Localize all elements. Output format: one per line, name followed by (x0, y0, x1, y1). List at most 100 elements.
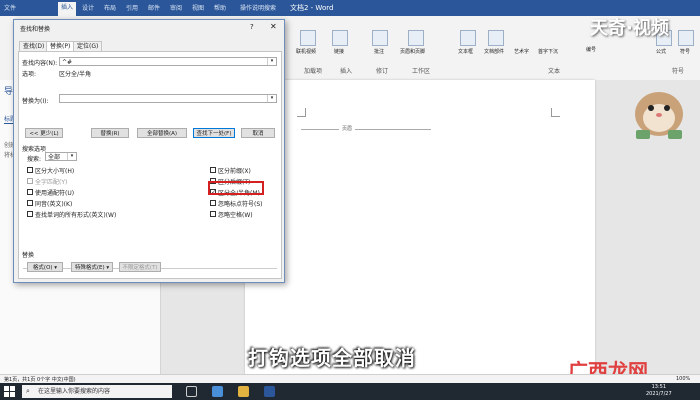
textbox-icon[interactable] (460, 30, 476, 46)
tab-help[interactable]: 帮助 (214, 3, 226, 12)
find-input[interactable]: ^# ▾ (59, 57, 277, 66)
header-divider (301, 129, 431, 130)
ribbon-item-link[interactable]: 链接 (334, 48, 344, 55)
online-video-icon[interactable] (300, 30, 316, 46)
help-icon[interactable]: ? (250, 23, 254, 31)
label-ignore-whitespace: 忽略空格(W) (218, 212, 253, 219)
label-all-word-forms: 查找单词的所有形式(英文)(W) (35, 212, 117, 219)
find-replace-dialog: 查找和替换 ? ✕ 查找(D) 替换(P) 定位(G) 查找内容(N): ^# … (13, 19, 285, 283)
ribbon-group-review: 修订 (376, 68, 389, 75)
symbol-icon[interactable] (678, 30, 694, 46)
replace-tab-body: 查找内容(N): ^# ▾ 选项: 区分全/半角 替换为(I): ▾ << 更少… (18, 51, 282, 279)
tab-review[interactable]: 审阅 (170, 3, 182, 12)
special-format-button[interactable]: 特殊格式(E) ▾ (71, 262, 113, 272)
taskbar: ⌕ 在这里输入你要搜索的内容 13:51 2021/7/27 (0, 383, 700, 400)
search-options-title: 搜索选项 (22, 146, 47, 153)
dialog-title: 查找和替换 (20, 26, 51, 33)
system-clock[interactable]: 13:51 2021/7/27 (646, 384, 672, 398)
tab-design[interactable]: 设计 (82, 3, 94, 12)
label-match-case: 区分大小写(H) (35, 168, 75, 175)
document-page[interactable]: 页眉 (245, 80, 595, 380)
ribbon-item-textbox[interactable]: 文本框 (458, 48, 473, 55)
tab-references[interactable]: 引用 (126, 3, 138, 12)
taskbar-search-placeholder: 在这里输入你要搜索的内容 (38, 388, 111, 395)
search-icon: ⌕ (26, 387, 30, 395)
ribbon-item-online-video[interactable]: 联机视频 (296, 48, 316, 55)
ribbon-item-dropcap[interactable]: 首字下沉 (538, 48, 558, 55)
status-left: 第1页，共1页 0个字 中文(中国) (4, 377, 76, 383)
ribbon-item-symbol[interactable]: 符号 (680, 48, 690, 55)
link-icon[interactable] (332, 30, 348, 46)
task-view-icon[interactable] (186, 386, 197, 397)
tab-insert[interactable]: 插入 (58, 2, 77, 16)
checkbox-ignore-punctuation[interactable] (210, 200, 216, 206)
checkbox-all-word-forms[interactable] (27, 211, 33, 217)
replace-label: 替换为(I): (22, 98, 49, 105)
ribbon-group-text: 文本 (548, 68, 561, 75)
tab-mailings[interactable]: 邮件 (148, 3, 160, 12)
checkbox-ignore-whitespace[interactable] (210, 211, 216, 217)
checkbox-whole-word[interactable] (27, 178, 33, 184)
ribbon-group-symbols: 符号 (672, 68, 685, 75)
ribbon-item-equation[interactable]: 公式 (656, 48, 666, 55)
ribbon-item-number[interactable]: 编号 (586, 46, 596, 53)
video-subtitle: 打钩选项全部取消 (248, 346, 416, 370)
ribbon-item-wordart[interactable]: 艺术字 (514, 48, 529, 55)
checkbox-sounds-like[interactable] (27, 200, 33, 206)
ribbon-item-header-footer[interactable]: 页眉和页脚 (400, 48, 425, 55)
hamster-mascot-icon (635, 92, 683, 139)
label-whole-word: 全字匹配(Y) (35, 179, 68, 186)
tab-view[interactable]: 视图 (192, 3, 204, 12)
comment-icon[interactable] (372, 30, 388, 46)
find-next-button[interactable]: 查找下一处(F) (193, 128, 235, 138)
replace-all-button[interactable]: 全部替换(A) (137, 128, 187, 138)
cancel-button[interactable]: 取消 (241, 128, 275, 138)
checkbox-match-case[interactable] (27, 167, 33, 173)
chevron-down-icon[interactable]: ▾ (267, 95, 276, 102)
ribbon-item-quick-parts[interactable]: 文档部件 (484, 48, 504, 55)
options-label: 选项: (22, 71, 37, 78)
clock-date: 2021/7/27 (646, 391, 672, 397)
highlight-box (208, 181, 264, 195)
edge-icon[interactable] (212, 386, 223, 397)
file-explorer-icon[interactable] (238, 386, 249, 397)
label-match-prefix: 区分前缀(X) (218, 168, 251, 175)
taskbar-search-box[interactable]: ⌕ 在这里输入你要搜索的内容 (22, 385, 172, 398)
label-sounds-like: 同音(英文)(K) (35, 201, 73, 208)
close-icon[interactable]: ✕ (270, 22, 277, 31)
less-button[interactable]: << 更少(L) (25, 128, 63, 138)
margin-corner-tl (297, 108, 306, 117)
ribbon-group-addins: 加载项 (304, 68, 323, 75)
chevron-down-icon[interactable]: ▾ (67, 153, 76, 160)
no-formatting-button[interactable]: 不限定格式(T) (119, 262, 161, 272)
quick-parts-icon[interactable] (488, 30, 504, 46)
checkbox-match-prefix[interactable] (210, 167, 216, 173)
header-label: 页眉 (339, 125, 356, 132)
header-footer-icon[interactable] (408, 30, 424, 46)
label-wildcards: 使用通配符(U) (35, 190, 75, 197)
clock-time: 13:51 (651, 384, 667, 390)
tab-layout[interactable]: 布局 (104, 3, 116, 12)
search-scope-value: 全部 (48, 154, 61, 161)
windows-start-icon[interactable] (4, 386, 15, 397)
checkbox-wildcards[interactable] (27, 189, 33, 195)
chevron-down-icon[interactable]: ▾ (267, 58, 276, 65)
find-label: 查找内容(N): (22, 60, 58, 67)
ribbon-group-header: 工作区 (412, 68, 431, 75)
ribbon-group-insert: 插入 (340, 68, 353, 75)
search-scope-label: 搜索: (27, 156, 42, 163)
options-value: 区分全/半角 (59, 71, 92, 78)
search-scope-select[interactable]: 全部 ▾ (45, 152, 77, 161)
ribbon-item-comment[interactable]: 批注 (374, 48, 384, 55)
tab-file[interactable]: 文件 (4, 3, 16, 12)
replace-section-title: 替换 (22, 252, 35, 259)
replace-input[interactable]: ▾ (59, 94, 277, 103)
format-button[interactable]: 格式(O) ▾ (27, 262, 63, 272)
label-ignore-punctuation: 忽略标点符号(S) (218, 201, 263, 208)
word-app-icon[interactable] (264, 386, 275, 397)
replace-button[interactable]: 替换(R) (91, 128, 129, 138)
zoom-level[interactable]: 100% (676, 376, 690, 382)
tell-me-search[interactable]: 操作说明搜索 (240, 3, 276, 12)
find-input-value: ^# (62, 59, 73, 66)
window-title: 文档2 - Word (290, 4, 334, 12)
